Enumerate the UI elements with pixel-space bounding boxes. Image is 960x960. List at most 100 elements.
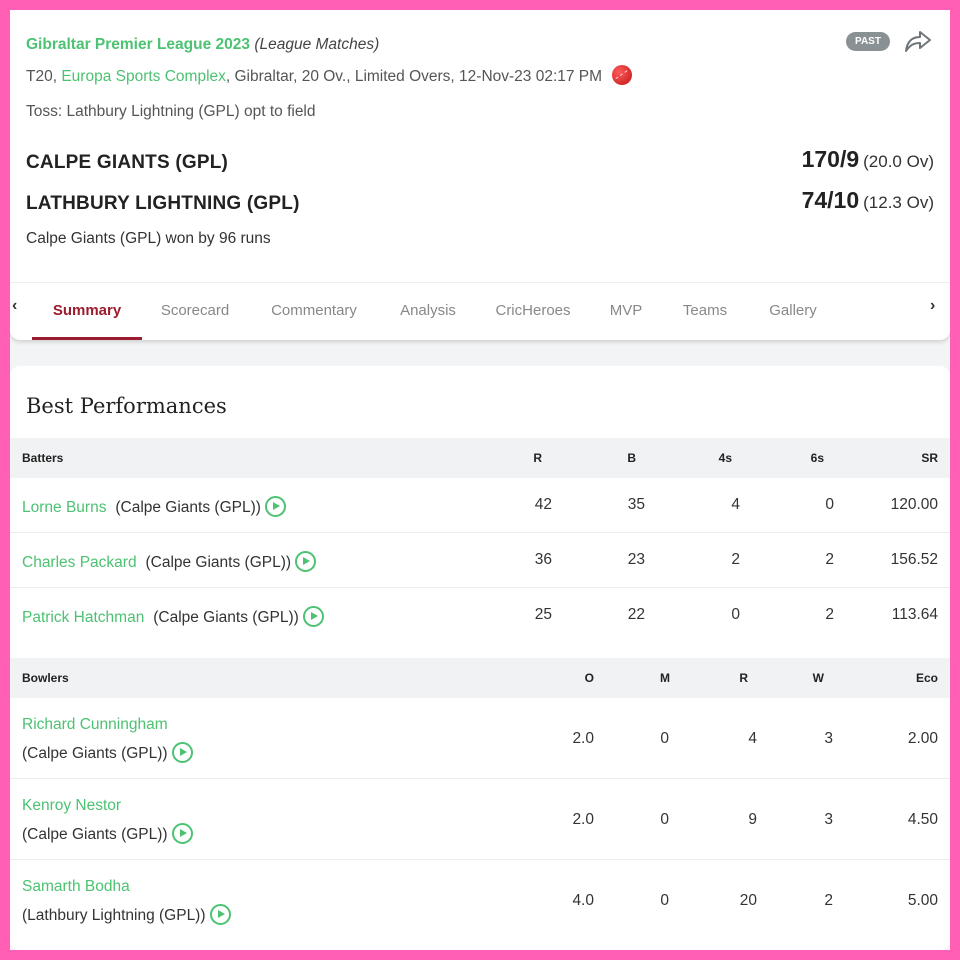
match-card: Gibraltar Premier League 2023 (League Ma… bbox=[10, 10, 950, 340]
tab-scorecard[interactable]: Scorecard bbox=[150, 283, 240, 329]
column-header: Eco bbox=[915, 671, 938, 685]
maidens-value: 0 bbox=[660, 811, 669, 828]
team-score: 74/10 (12.3 Ov) bbox=[802, 187, 934, 214]
league-name[interactable]: Gibraltar Premier League 2023 bbox=[26, 36, 250, 53]
player-team: (Calpe Giants (GPL)) bbox=[153, 609, 299, 626]
tab-summary[interactable]: Summary bbox=[32, 283, 142, 340]
tab-commentary[interactable]: Commentary bbox=[260, 283, 368, 329]
tab-mvp[interactable]: MVP bbox=[606, 283, 646, 329]
column-header: M bbox=[660, 671, 670, 685]
chevron-right-icon[interactable]: › bbox=[930, 297, 935, 315]
runs-value: 20 bbox=[739, 892, 757, 909]
column-header: B bbox=[627, 451, 636, 465]
sixes-value: 2 bbox=[825, 606, 834, 623]
play-icon[interactable] bbox=[295, 551, 317, 572]
column-header: SR bbox=[921, 451, 938, 465]
section-title: Best Performances bbox=[26, 394, 227, 418]
runs-value: 9 bbox=[748, 811, 757, 828]
status-badge: PAST bbox=[846, 32, 890, 51]
tab-gallery[interactable]: Gallery bbox=[762, 283, 824, 329]
balls-value: 23 bbox=[627, 551, 645, 568]
player-cell: (Calpe Giants (GPL)) bbox=[22, 823, 193, 844]
strike-rate-value: 113.64 bbox=[891, 606, 938, 623]
share-icon[interactable] bbox=[904, 28, 932, 54]
runs-value: 42 bbox=[534, 496, 552, 513]
bowlers-table-header: Bowlers O M R W Eco bbox=[10, 658, 950, 698]
player-cell: (Lathbury Lightning (GPL)) bbox=[22, 904, 231, 925]
overs-value: 2.0 bbox=[572, 730, 594, 747]
score-value: 170/9 bbox=[801, 146, 860, 172]
app-frame: Gibraltar Premier League 2023 (League Ma… bbox=[10, 10, 950, 950]
player-team: (Calpe Giants (GPL)) bbox=[22, 826, 168, 843]
chevron-left-icon[interactable]: ‹ bbox=[12, 297, 17, 315]
player-cell: Patrick Hatchman (Calpe Giants (GPL)) bbox=[22, 606, 324, 627]
maidens-value: 0 bbox=[660, 730, 669, 747]
play-icon[interactable] bbox=[264, 496, 286, 517]
sixes-value: 2 bbox=[825, 551, 834, 568]
play-icon[interactable] bbox=[171, 742, 193, 763]
wickets-value: 3 bbox=[824, 730, 833, 747]
runs-value: 25 bbox=[534, 606, 552, 623]
player-name[interactable]: Lorne Burns bbox=[22, 499, 106, 516]
maidens-value: 0 bbox=[660, 892, 669, 909]
tab-teams[interactable]: Teams bbox=[678, 283, 732, 329]
table-row: Charles Packard (Calpe Giants (GPL)) 36 … bbox=[10, 533, 950, 588]
best-performances-card: Best Performances Batters R B 4s 6s SR L… bbox=[10, 366, 950, 950]
column-header: O bbox=[584, 671, 594, 685]
player-name[interactable]: Patrick Hatchman bbox=[22, 609, 144, 626]
column-header: W bbox=[812, 671, 824, 685]
play-icon[interactable] bbox=[302, 606, 324, 627]
overs-value: (12.3 Ov) bbox=[863, 193, 934, 212]
cricket-ball-icon bbox=[612, 65, 633, 85]
column-header: R bbox=[533, 451, 542, 465]
sixes-value: 0 bbox=[825, 496, 834, 513]
column-header: 6s bbox=[810, 451, 824, 465]
match-format: T20, bbox=[26, 68, 58, 85]
economy-value: 2.00 bbox=[907, 730, 938, 747]
fours-value: 2 bbox=[731, 551, 740, 568]
economy-value: 4.50 bbox=[907, 811, 938, 828]
venue-link[interactable]: Europa Sports Complex bbox=[61, 68, 226, 85]
player-team: (Calpe Giants (GPL)) bbox=[145, 554, 292, 571]
column-header: Bowlers bbox=[22, 671, 69, 685]
batters-table-header: Batters R B 4s 6s SR bbox=[10, 438, 950, 478]
overs-value: 4.0 bbox=[572, 892, 594, 909]
runs-value: 4 bbox=[748, 730, 757, 747]
team-name: CALPE GIANTS (GPL) bbox=[26, 152, 229, 173]
table-row: Lorne Burns (Calpe Giants (GPL)) 42 35 4… bbox=[10, 478, 950, 533]
player-cell: Charles Packard (Calpe Giants (GPL)) bbox=[22, 551, 317, 572]
player-name[interactable]: Richard Cunningham bbox=[22, 716, 168, 734]
economy-value: 5.00 bbox=[907, 892, 938, 909]
balls-value: 35 bbox=[627, 496, 645, 513]
table-row: Patrick Hatchman (Calpe Giants (GPL)) 25… bbox=[10, 588, 950, 658]
team-score: 170/9 (20.0 Ov) bbox=[802, 146, 934, 173]
column-header: Batters bbox=[22, 451, 64, 465]
fours-value: 0 bbox=[731, 606, 740, 623]
table-row: Richard Cunningham (Calpe Giants (GPL)) … bbox=[10, 698, 950, 779]
match-type: (League Matches) bbox=[254, 36, 380, 53]
play-icon[interactable] bbox=[209, 904, 231, 925]
play-icon[interactable] bbox=[171, 823, 193, 844]
match-info: T20, Europa Sports Complex, Gibraltar, 2… bbox=[26, 65, 633, 86]
league-line: Gibraltar Premier League 2023 (League Ma… bbox=[26, 36, 379, 54]
tab-cricheroes[interactable]: CricHeroes bbox=[488, 283, 578, 329]
player-cell: Lorne Burns (Calpe Giants (GPL)) bbox=[22, 496, 286, 517]
match-result: Calpe Giants (GPL) won by 96 runs bbox=[26, 230, 271, 247]
toss-info: Toss: Lathbury Lightning (GPL) opt to fi… bbox=[26, 103, 316, 120]
player-name[interactable]: Samarth Bodha bbox=[22, 878, 130, 896]
wickets-value: 2 bbox=[824, 892, 833, 909]
team-name: LATHBURY LIGHTNING (GPL) bbox=[26, 193, 300, 214]
table-row: Kenroy Nestor (Calpe Giants (GPL)) 2.0 0… bbox=[10, 779, 950, 860]
strike-rate-value: 120.00 bbox=[890, 496, 938, 513]
fours-value: 4 bbox=[731, 496, 740, 513]
team-row: CALPE GIANTS (GPL) 170/9 (20.0 Ov) bbox=[26, 146, 934, 178]
column-header: R bbox=[739, 671, 748, 685]
player-name[interactable]: Kenroy Nestor bbox=[22, 797, 121, 815]
player-cell: (Calpe Giants (GPL)) bbox=[22, 742, 193, 763]
strike-rate-value: 156.52 bbox=[890, 551, 938, 568]
match-details: , Gibraltar, 20 Ov., Limited Overs, 12-N… bbox=[225, 68, 603, 85]
team-row: LATHBURY LIGHTNING (GPL) 74/10 (12.3 Ov) bbox=[26, 187, 934, 219]
tab-analysis[interactable]: Analysis bbox=[390, 283, 466, 329]
player-team: (Calpe Giants (GPL)) bbox=[115, 499, 261, 516]
player-name[interactable]: Charles Packard bbox=[22, 554, 137, 571]
